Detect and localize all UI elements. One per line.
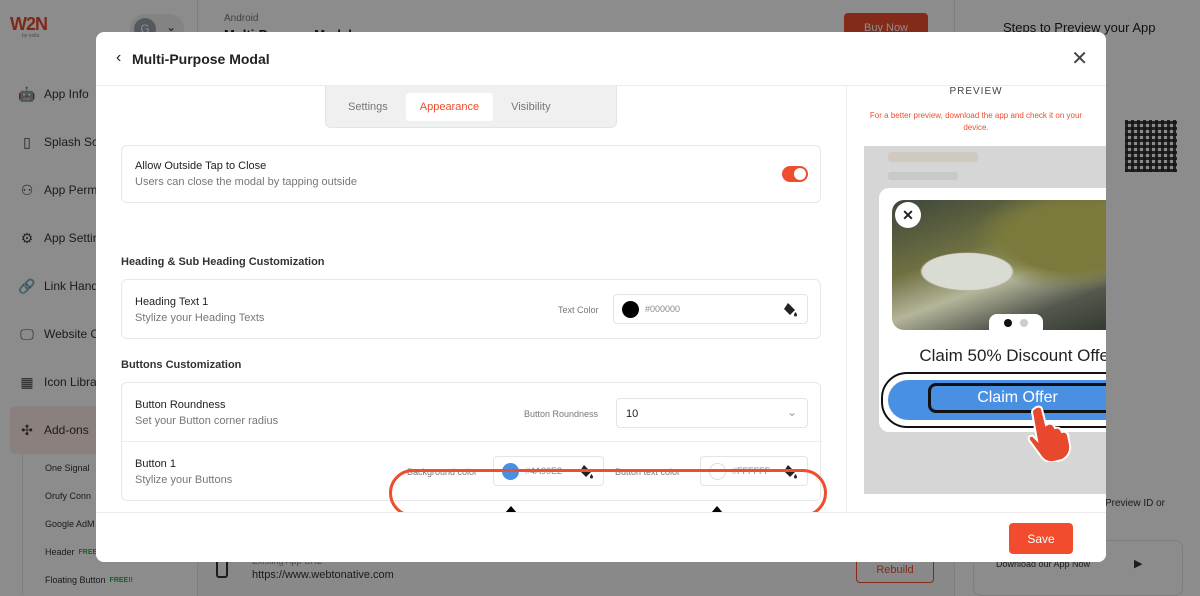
roundness-select[interactable]: 10 ⌄ [616, 398, 808, 428]
modal-footer: Save [96, 512, 1106, 562]
annotation-highlight [389, 469, 827, 512]
roundness-subtitle: Set your Button corner radius [135, 415, 279, 427]
roundness-label: Button Roundness [524, 409, 599, 419]
outside-tap-toggle[interactable] [782, 166, 808, 182]
close-icon[interactable]: ✕ [1071, 46, 1088, 71]
close-icon[interactable]: ✕ [895, 202, 921, 228]
outside-tap-title: Allow Outside Tap to Close [135, 160, 267, 172]
tab-appearance[interactable]: Appearance [405, 92, 494, 121]
pointing-hand-icon [1027, 405, 1072, 462]
heading-section-title: Heading & Sub Heading Customization [121, 256, 325, 268]
heading-text-card: Heading Text 1 Stylize your Heading Text… [121, 279, 821, 339]
preview-modal-card: ✕ Claim 50% Discount Offer Claim Offer [879, 188, 1106, 462]
preview-phone-screen: ✕ Claim 50% Discount Offer Claim Offer [864, 146, 1106, 494]
roundness-title: Button Roundness [135, 399, 226, 411]
multi-purpose-modal-dialog: ‹ Multi-Purpose Modal ✕ Settings Appeara… [96, 32, 1106, 562]
carousel-dot[interactable] [1020, 319, 1028, 327]
preview-label: PREVIEW [949, 86, 1003, 97]
settings-panel: Settings Appearance Visibility Allow Out… [96, 86, 846, 512]
color-value: #000000 [645, 304, 681, 314]
button-1-title: Button 1 [135, 458, 176, 470]
heading-row-title: Heading Text 1 [135, 296, 209, 308]
roundness-value: 10 [626, 408, 639, 420]
color-swatch[interactable] [622, 301, 639, 318]
chevron-down-icon: ⌄ [786, 405, 797, 419]
text-color-label: Text Color [558, 305, 599, 315]
paint-bucket-icon[interactable] [782, 302, 798, 318]
outside-tap-subtitle: Users can close the modal by tapping out… [135, 176, 357, 188]
claim-offer-button[interactable]: Claim Offer [888, 380, 1106, 420]
preview-heading: Claim 50% Discount Offer [919, 346, 1106, 365]
preview-note: For a better preview, download the app a… [869, 111, 1083, 132]
outside-tap-card: Allow Outside Tap to Close Users can clo… [121, 145, 821, 203]
buttons-section-title: Buttons Customization [121, 359, 242, 371]
tab-settings[interactable]: Settings [334, 93, 402, 121]
heading-text-color-field[interactable]: #000000 [613, 294, 808, 324]
blurred-content [888, 172, 958, 180]
tab-visibility[interactable]: Visibility [497, 93, 565, 121]
back-icon[interactable]: ‹ [116, 49, 121, 67]
save-button[interactable]: Save [1009, 523, 1073, 554]
carousel-dot-active[interactable] [1004, 319, 1012, 327]
button-1-subtitle: Stylize your Buttons [135, 474, 233, 486]
heading-row-subtitle: Stylize your Heading Texts [135, 312, 265, 324]
preview-banner-image [892, 200, 1106, 330]
tab-bar: Settings Appearance Visibility [325, 86, 617, 128]
row-divider [122, 441, 822, 442]
modal-header: ‹ Multi-Purpose Modal ✕ [96, 32, 1106, 86]
carousel-dots [989, 314, 1043, 330]
preview-panel: PREVIEW For a better preview, download t… [846, 86, 1106, 512]
modal-title: Multi-Purpose Modal [132, 51, 270, 67]
blurred-content [888, 152, 978, 162]
claim-offer-label: Claim Offer [977, 389, 1058, 406]
